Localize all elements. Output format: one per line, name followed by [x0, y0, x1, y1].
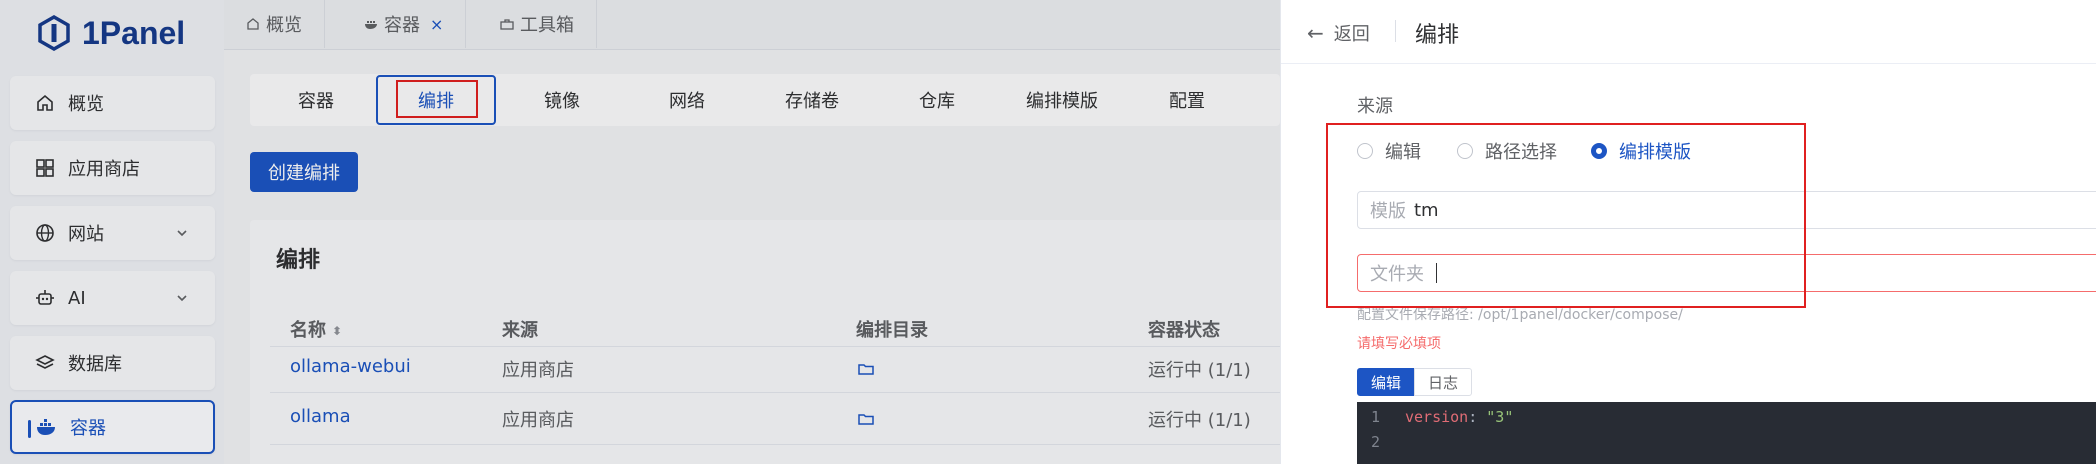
line-number: 1: [1371, 408, 1381, 426]
back-button[interactable]: ← 返回: [1307, 20, 1370, 46]
highlight-box: [1326, 123, 1806, 308]
arrow-left-icon: ←: [1307, 21, 1324, 45]
segment-edit[interactable]: 编辑: [1357, 368, 1415, 396]
segment-log[interactable]: 日志: [1414, 368, 1472, 396]
yaml-key: version: [1405, 408, 1469, 426]
source-label: 来源: [1357, 96, 1393, 117]
required-error: 请填写必填项: [1357, 336, 1441, 352]
drawer-title: 编排: [1415, 23, 1460, 48]
code-editor[interactable]: 1 version: "3" 2: [1357, 402, 2096, 464]
line-number: 2: [1371, 433, 1381, 451]
modal-overlay[interactable]: [0, 0, 1280, 464]
code-line: version: "3": [1405, 408, 1514, 426]
yaml-value: "3": [1486, 408, 1514, 426]
back-label: 返回: [1333, 24, 1370, 45]
divider: [1395, 20, 1396, 42]
drawer-header: ← 返回 编排: [1281, 0, 2096, 64]
app-root: 1Panel 概览 应用商店 网站 AI 数据库 容器 概览 容器 × 工具箱 …: [0, 0, 2096, 464]
